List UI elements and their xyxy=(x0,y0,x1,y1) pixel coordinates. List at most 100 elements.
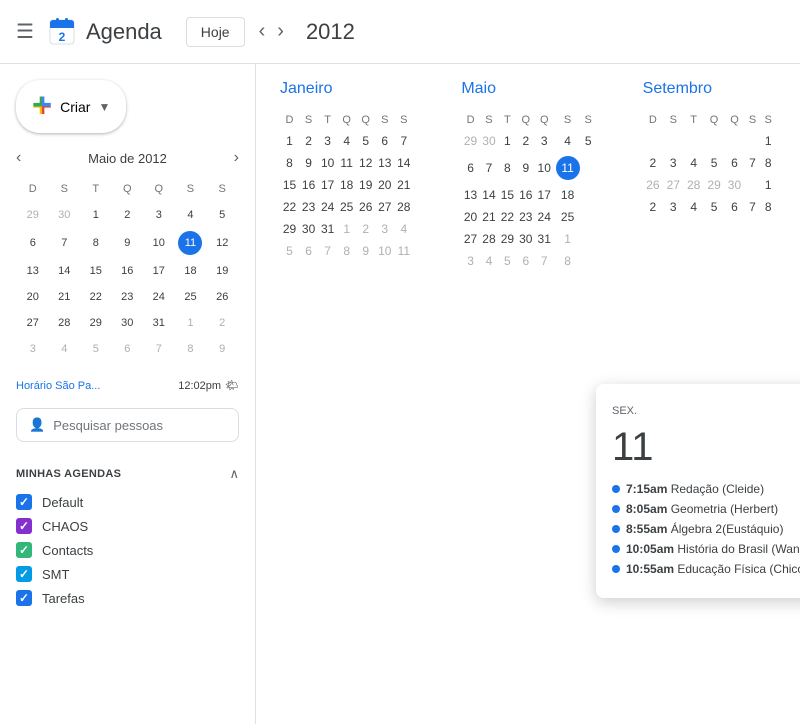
mini-cal-day[interactable]: 29 xyxy=(18,203,48,227)
calendars-section-header[interactable]: Minhas agendas ∧ xyxy=(0,458,255,490)
mini-cal-day[interactable]: 17 xyxy=(144,259,174,283)
mini-cal-day[interactable]: 3 xyxy=(18,337,48,361)
month-day[interactable]: 5 xyxy=(704,152,724,174)
month-day[interactable] xyxy=(643,130,663,152)
month-day[interactable]: 23 xyxy=(517,206,535,228)
calendar-item[interactable]: ✓Default xyxy=(0,490,255,514)
month-day[interactable]: 5 xyxy=(356,130,375,152)
month-day[interactable]: 28 xyxy=(683,174,703,196)
month-day[interactable]: 2 xyxy=(299,130,318,152)
month-day[interactable]: 30 xyxy=(724,174,744,196)
month-day[interactable]: 26 xyxy=(643,174,663,196)
month-day[interactable]: 13 xyxy=(375,152,394,174)
mini-cal-day[interactable]: 5 xyxy=(81,337,111,361)
mini-cal-day[interactable]: 6 xyxy=(18,229,48,257)
month-day[interactable]: 17 xyxy=(318,174,337,196)
today-button[interactable]: Hoje xyxy=(186,17,245,47)
month-day[interactable]: 7 xyxy=(745,196,761,218)
month-day[interactable]: 27 xyxy=(663,174,683,196)
month-day[interactable]: 22 xyxy=(280,196,299,218)
month-day[interactable]: 4 xyxy=(553,130,581,152)
month-day[interactable]: 21 xyxy=(394,174,413,196)
month-day[interactable]: 1 xyxy=(498,130,516,152)
month-day[interactable] xyxy=(582,250,595,272)
month-day[interactable]: 8 xyxy=(280,152,299,174)
month-day[interactable]: 11 xyxy=(337,152,356,174)
month-day[interactable]: 25 xyxy=(553,206,581,228)
month-day[interactable]: 4 xyxy=(480,250,498,272)
month-day[interactable]: 24 xyxy=(535,206,553,228)
month-day[interactable] xyxy=(724,130,744,152)
month-day[interactable]: 1 xyxy=(337,218,356,240)
mini-cal-day[interactable]: 1 xyxy=(176,311,206,335)
month-day[interactable]: 14 xyxy=(480,184,498,206)
month-day[interactable]: 6 xyxy=(724,152,744,174)
month-day[interactable]: 29 xyxy=(461,130,479,152)
mini-cal-day[interactable]: 2 xyxy=(113,203,143,227)
month-day[interactable]: 4 xyxy=(683,196,703,218)
mini-cal-day[interactable]: 7 xyxy=(144,337,174,361)
month-day[interactable]: 1 xyxy=(553,228,581,250)
mini-cal-day[interactable]: 6 xyxy=(113,337,143,361)
calendar-checkbox[interactable]: ✓ xyxy=(16,590,32,606)
calendar-item[interactable]: ✓Contacts xyxy=(0,538,255,562)
month-day[interactable]: 5 xyxy=(582,130,595,152)
mini-cal-day[interactable]: 14 xyxy=(50,259,80,283)
month-day[interactable]: 15 xyxy=(498,184,516,206)
month-day[interactable]: 6 xyxy=(461,152,479,184)
timezone-text[interactable]: Horário São Pa... xyxy=(16,380,100,392)
month-day[interactable]: 30 xyxy=(517,228,535,250)
month-day[interactable]: 19 xyxy=(356,174,375,196)
month-day[interactable]: 11 xyxy=(394,240,413,262)
month-day[interactable]: 27 xyxy=(461,228,479,250)
month-day[interactable]: 6 xyxy=(724,196,744,218)
month-day[interactable]: 7 xyxy=(318,240,337,262)
mini-cal-day[interactable]: 29 xyxy=(81,311,111,335)
month-day[interactable] xyxy=(745,174,761,196)
mini-cal-day[interactable]: 3 xyxy=(144,203,174,227)
calendar-checkbox[interactable]: ✓ xyxy=(16,566,32,582)
month-day[interactable]: 9 xyxy=(299,152,318,174)
month-day[interactable]: 5 xyxy=(704,196,724,218)
calendar-item[interactable]: ✓Tarefas xyxy=(0,586,255,610)
month-day[interactable]: 27 xyxy=(375,196,394,218)
month-day[interactable]: 12 xyxy=(356,152,375,174)
mini-cal-day[interactable]: 31 xyxy=(144,311,174,335)
mini-cal-day[interactable]: 27 xyxy=(18,311,48,335)
prev-year-button[interactable]: ‹ xyxy=(253,14,272,49)
mini-cal-prev-button[interactable]: ‹ xyxy=(16,149,21,167)
mini-cal-day[interactable]: 10 xyxy=(144,229,174,257)
menu-icon[interactable]: ☰ xyxy=(16,19,34,44)
month-day[interactable] xyxy=(582,206,595,228)
month-day[interactable]: 6 xyxy=(375,130,394,152)
month-day[interactable]: 16 xyxy=(517,184,535,206)
mini-cal-day[interactable]: 4 xyxy=(176,203,206,227)
month-day[interactable]: 1 xyxy=(280,130,299,152)
month-day[interactable] xyxy=(745,130,761,152)
month-day[interactable]: 31 xyxy=(318,218,337,240)
month-day[interactable]: 3 xyxy=(663,152,683,174)
month-day[interactable]: 20 xyxy=(375,174,394,196)
month-day[interactable]: 7 xyxy=(745,152,761,174)
mini-cal-next-button[interactable]: › xyxy=(234,149,239,167)
month-day[interactable]: 7 xyxy=(480,152,498,184)
month-day[interactable]: 18 xyxy=(553,184,581,206)
calendar-item[interactable]: ✓CHAOS xyxy=(0,514,255,538)
mini-cal-day[interactable]: 25 xyxy=(176,285,206,309)
month-day[interactable]: 8 xyxy=(760,196,776,218)
popup-event[interactable]: 8:55am Álgebra 2(Eustáquio) xyxy=(612,522,800,536)
mini-cal-day[interactable]: 28 xyxy=(50,311,80,335)
month-day[interactable]: 7 xyxy=(394,130,413,152)
popup-event[interactable]: 10:55am Educação Física (Chico xyxy=(612,562,800,576)
month-day[interactable]: 11 xyxy=(553,152,581,184)
month-day[interactable]: 28 xyxy=(394,196,413,218)
month-day[interactable]: 26 xyxy=(356,196,375,218)
month-day[interactable]: 9 xyxy=(356,240,375,262)
month-day[interactable]: 8 xyxy=(337,240,356,262)
month-day[interactable]: 17 xyxy=(535,184,553,206)
month-day[interactable]: 21 xyxy=(480,206,498,228)
calendar-checkbox[interactable]: ✓ xyxy=(16,494,32,510)
mini-cal-day[interactable]: 15 xyxy=(81,259,111,283)
mini-cal-day[interactable]: 16 xyxy=(113,259,143,283)
month-day[interactable] xyxy=(704,130,724,152)
